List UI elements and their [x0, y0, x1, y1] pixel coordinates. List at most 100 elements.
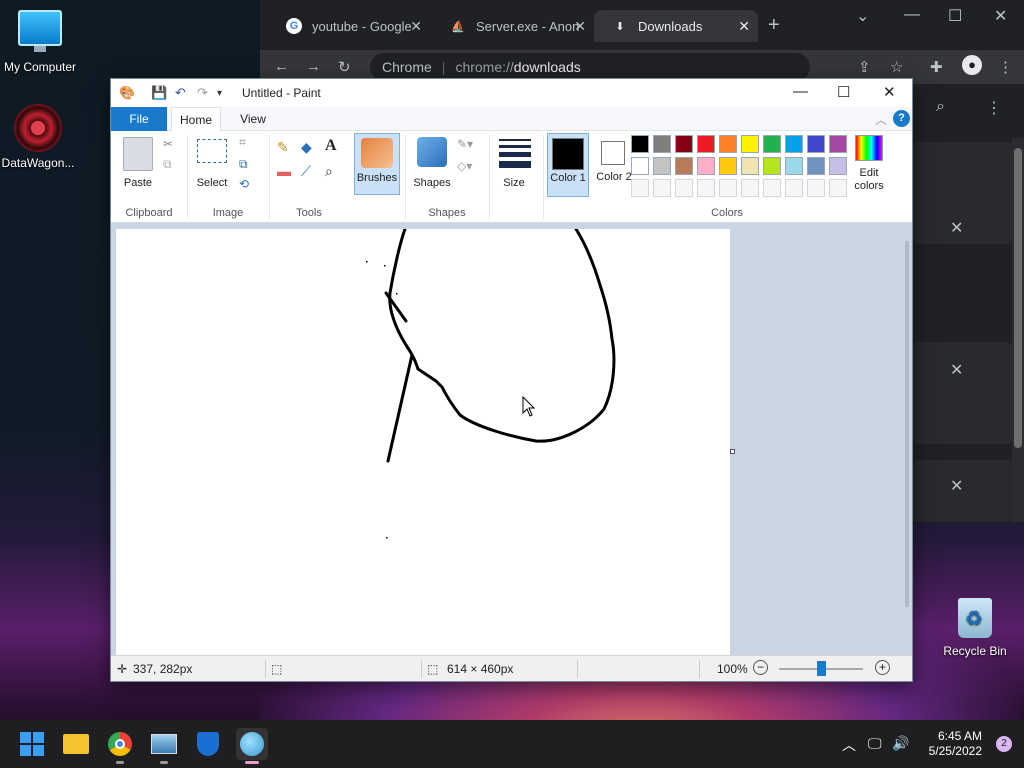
color1-button[interactable]: Color 1 — [547, 133, 589, 197]
extensions-icon[interactable]: ✚ — [930, 58, 943, 76]
notification-badge[interactable]: 2 — [996, 736, 1012, 752]
canvas-scrollbar[interactable] — [905, 241, 909, 607]
outline-icon[interactable]: ✎▾ — [457, 137, 473, 151]
close-window-button[interactable]: ✕ — [994, 6, 1007, 26]
close-icon[interactable]: ✕ — [410, 18, 422, 35]
palette-swatch[interactable] — [741, 179, 759, 197]
palette-swatch[interactable] — [741, 135, 759, 153]
palette-swatch[interactable] — [807, 157, 825, 175]
eraser-icon[interactable]: ▬ — [277, 163, 291, 179]
crop-icon[interactable]: ⌗ — [239, 135, 246, 150]
zoom-slider-thumb[interactable] — [817, 661, 826, 676]
close-button[interactable]: ✕ — [883, 83, 896, 101]
palette-swatch[interactable] — [653, 135, 671, 153]
desktop-icon-recycle-bin[interactable]: Recycle Bin — [935, 598, 1015, 658]
tab-view[interactable]: View — [231, 107, 275, 131]
close-icon[interactable]: ✕ — [950, 360, 963, 380]
tab-search-icon[interactable]: ⌄ — [856, 6, 869, 26]
network-icon[interactable]: 🖵 — [868, 735, 882, 752]
palette-swatch[interactable] — [829, 157, 847, 175]
palette-swatch[interactable] — [719, 135, 737, 153]
palette-swatch[interactable] — [719, 179, 737, 197]
copy-icon[interactable]: ⧉ — [163, 157, 172, 172]
tab-youtube-google[interactable]: G youtube - Google ✕ — [268, 10, 430, 42]
canvas-resize-handle[interactable] — [730, 449, 735, 454]
text-icon[interactable]: A — [325, 137, 337, 155]
customize-qat-icon[interactable]: ▾ — [217, 88, 222, 99]
palette-swatch[interactable] — [697, 157, 715, 175]
desktop-icon-datawagon[interactable]: DataWagon... — [0, 104, 78, 170]
palette-swatch[interactable] — [741, 157, 759, 175]
palette-swatch[interactable] — [829, 135, 847, 153]
taskbar-security[interactable] — [192, 728, 224, 760]
palette-swatch[interactable] — [653, 157, 671, 175]
address-bar[interactable]: Chrome | chrome:// downloads — [370, 53, 810, 81]
collapse-ribbon-icon[interactable]: ︿ — [875, 111, 887, 128]
minimize-button[interactable]: — — [793, 83, 808, 100]
palette-swatch[interactable] — [631, 135, 649, 153]
clock[interactable]: 6:45 AM 5/25/2022 — [929, 729, 982, 759]
reload-icon[interactable]: ↻ — [338, 58, 351, 76]
palette-swatch[interactable] — [829, 179, 847, 197]
resize-icon[interactable]: ⧉ — [239, 157, 248, 172]
palette-swatch[interactable] — [807, 135, 825, 153]
taskbar-photos[interactable] — [148, 728, 180, 764]
scrollbar-thumb[interactable] — [1014, 148, 1022, 448]
close-icon[interactable]: ✕ — [574, 18, 586, 35]
palette-swatch[interactable] — [785, 179, 803, 197]
bookmark-star-icon[interactable]: ☆ — [890, 58, 903, 76]
palette-swatch[interactable] — [807, 179, 825, 197]
back-icon[interactable]: ← — [274, 58, 289, 75]
color2-button[interactable]: Color 2 — [593, 133, 635, 197]
menu-icon[interactable]: ⋮ — [998, 58, 1013, 76]
palette-swatch[interactable] — [653, 179, 671, 197]
save-icon[interactable]: 💾 — [151, 85, 167, 101]
select-button[interactable]: Select — [193, 177, 231, 189]
fill-shape-icon[interactable]: ◇▾ — [457, 159, 472, 173]
help-icon[interactable]: ? — [893, 110, 910, 127]
cut-icon[interactable]: ✂ — [163, 137, 173, 151]
share-icon[interactable]: ⇪ — [858, 58, 871, 76]
close-icon[interactable]: ✕ — [950, 218, 963, 238]
zoom-out-button[interactable]: − — [753, 660, 768, 675]
profile-icon[interactable]: ● — [962, 55, 982, 75]
palette-swatch[interactable] — [697, 135, 715, 153]
shapes-icon[interactable] — [417, 137, 447, 167]
start-button[interactable] — [16, 728, 48, 760]
palette-swatch[interactable] — [675, 135, 693, 153]
palette-swatch[interactable] — [763, 157, 781, 175]
magnifier-icon[interactable]: ⌕ — [325, 163, 333, 180]
redo-icon[interactable]: ↷ — [197, 85, 208, 101]
taskbar-file-explorer[interactable] — [60, 728, 92, 760]
size-button[interactable]: Size — [495, 177, 533, 189]
palette-swatch[interactable] — [631, 157, 649, 175]
palette-swatch[interactable] — [763, 179, 781, 197]
search-icon[interactable]: ⌕ — [936, 98, 945, 116]
size-icon[interactable] — [499, 139, 531, 168]
palette-swatch[interactable] — [697, 179, 715, 197]
color-picker-icon[interactable]: ⟋ — [301, 163, 311, 180]
tab-downloads[interactable]: ⬇ Downloads ✕ — [594, 10, 758, 42]
tab-file[interactable]: File — [111, 107, 167, 131]
select-icon[interactable] — [197, 139, 227, 163]
palette-swatch[interactable] — [675, 179, 693, 197]
palette-swatch[interactable] — [785, 135, 803, 153]
maximize-button[interactable]: ☐ — [837, 83, 850, 101]
volume-icon[interactable]: 🔊 — [892, 735, 909, 752]
rotate-icon[interactable]: ⟲ — [239, 177, 249, 191]
zoom-in-button[interactable]: + — [875, 660, 890, 675]
palette-swatch[interactable] — [675, 157, 693, 175]
scrollbar[interactable] — [1012, 138, 1024, 522]
paste-button[interactable]: Paste — [121, 177, 155, 189]
palette-swatch[interactable] — [763, 135, 781, 153]
chevron-up-icon[interactable]: ︿ — [842, 735, 856, 755]
close-icon[interactable]: ✕ — [950, 476, 963, 496]
tab-server-exe[interactable]: ⛵ Server.exe - Anon ✕ — [432, 10, 594, 42]
edit-colors-icon[interactable] — [855, 135, 883, 161]
undo-icon[interactable]: ↶ — [175, 85, 186, 101]
fill-icon[interactable]: ◆ — [301, 139, 312, 156]
forward-icon[interactable]: → — [306, 58, 321, 75]
new-tab-button[interactable]: + — [768, 14, 780, 37]
shapes-button[interactable]: Shapes — [411, 177, 453, 189]
brushes-button[interactable]: Brushes — [354, 133, 400, 195]
